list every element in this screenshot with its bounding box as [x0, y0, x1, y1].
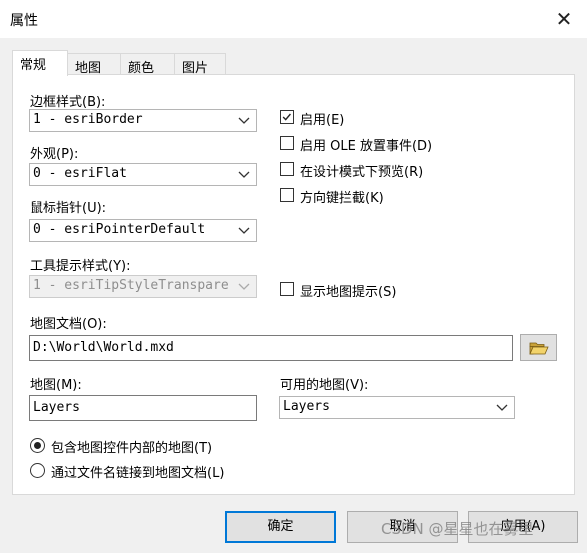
folder-open-icon [529, 342, 549, 355]
browse-button[interactable] [520, 334, 557, 361]
chevron-down-icon [238, 171, 250, 178]
chevron-down-icon [496, 404, 508, 411]
embed-map-radio[interactable] [30, 438, 45, 453]
mouse-pointer-value: 0 - esriPointerDefault [33, 222, 206, 237]
window-title: 属性 [10, 13, 38, 29]
ole-drop-label: 启用 OLE 放置事件(D) [300, 139, 433, 154]
available-maps-label: 可用的地图(V): [280, 378, 369, 393]
appearance-label: 外观(P): [30, 147, 79, 162]
show-map-tips-checkbox[interactable] [280, 282, 294, 296]
chevron-down-icon [238, 227, 250, 234]
border-style-label: 边框样式(B): [30, 95, 106, 110]
border-style-value: 1 - esriBorder [33, 112, 143, 127]
tooltip-style-label: 工具提示样式(Y): [30, 259, 131, 274]
enabled-label: 启用(E) [300, 113, 345, 128]
appearance-combo[interactable]: 0 - esriFlat [29, 163, 257, 186]
map-document-label: 地图文档(O): [30, 317, 107, 332]
map-document-input[interactable]: D:\World\World.mxd [29, 335, 513, 361]
mouse-pointer-label: 鼠标指针(U): [30, 201, 107, 216]
ole-drop-checkbox[interactable] [280, 136, 294, 150]
tooltip-style-combo: 1 - esriTipStyleTranspare [29, 275, 257, 298]
chevron-down-icon [238, 117, 250, 124]
watermark: CSDN @星星也在雾里 [381, 520, 534, 538]
ok-button[interactable]: 确定 [225, 511, 336, 543]
available-maps-value: Layers [283, 399, 330, 414]
arrow-key-intercept-label: 方向键拦截(K) [300, 191, 384, 206]
map-input[interactable]: Layers [29, 395, 257, 421]
border-style-combo[interactable]: 1 - esriBorder [29, 109, 257, 132]
available-maps-combo[interactable]: Layers [279, 396, 515, 419]
enabled-checkbox[interactable] [280, 110, 294, 124]
mouse-pointer-combo[interactable]: 0 - esriPointerDefault [29, 219, 257, 242]
appearance-value: 0 - esriFlat [33, 166, 127, 181]
tab-picture[interactable]: 图片 [174, 53, 226, 76]
close-icon[interactable]: ✕ [551, 6, 577, 32]
tab-general[interactable]: 常规 [12, 50, 68, 76]
checkmark-icon [282, 113, 291, 121]
embed-map-label: 包含地图控件内部的地图(T) [51, 441, 213, 456]
link-document-radio[interactable] [30, 463, 45, 478]
tooltip-style-value: 1 - esriTipStyleTranspare [33, 278, 229, 293]
show-map-tips-label: 显示地图提示(S) [300, 285, 397, 300]
tab-colors[interactable]: 颜色 [120, 53, 175, 76]
design-preview-checkbox[interactable] [280, 162, 294, 176]
tab-map[interactable]: 地图 [67, 53, 122, 76]
title-bar: 属性 ✕ [0, 0, 587, 38]
arrow-key-intercept-checkbox[interactable] [280, 188, 294, 202]
design-preview-label: 在设计模式下预览(R) [300, 165, 424, 180]
chevron-down-icon [238, 283, 250, 290]
map-label: 地图(M): [30, 378, 82, 393]
link-document-label: 通过文件名链接到地图文档(L) [51, 466, 225, 481]
